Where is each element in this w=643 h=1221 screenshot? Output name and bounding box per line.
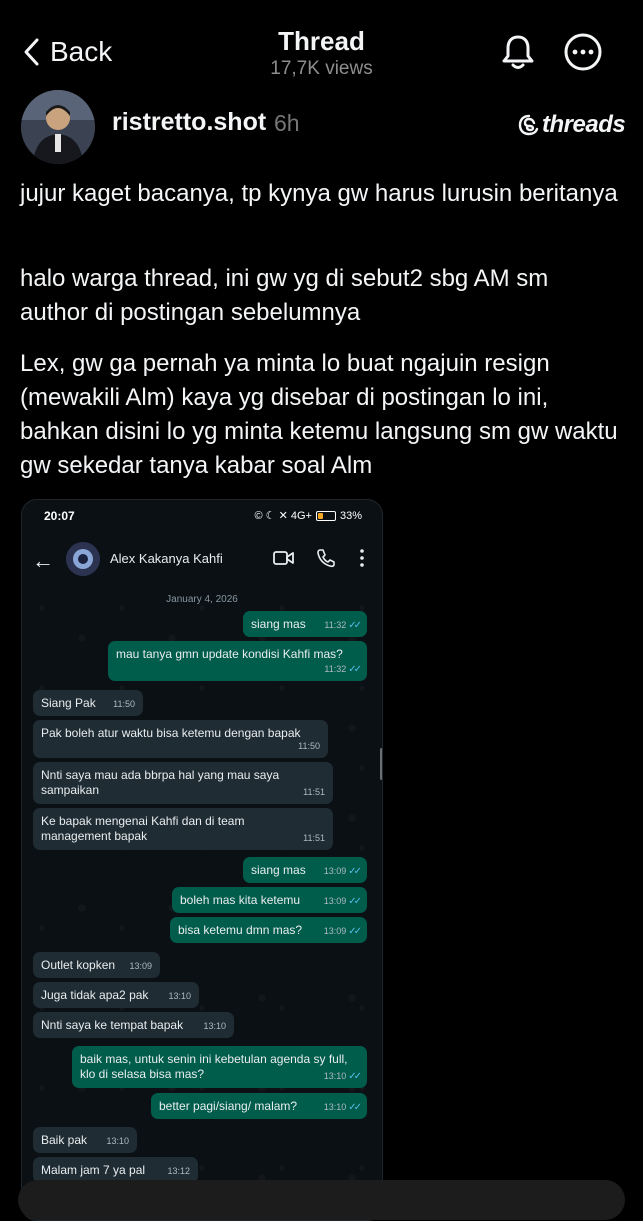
message-incoming: Pak boleh atur waktu bisa ketemu dengan … bbox=[33, 720, 328, 758]
message-outgoing: baik mas, untuk senin ini kebetulan agen… bbox=[72, 1046, 367, 1088]
reply-bar[interactable] bbox=[18, 1180, 625, 1220]
message-text: Outlet kopken bbox=[41, 958, 116, 972]
post-paragraph: Lex, gw ga pernah ya minta lo buat ngaju… bbox=[20, 350, 618, 479]
arrow-left-icon: ← bbox=[32, 548, 54, 573]
message-text: Juga tidak apa2 pak bbox=[41, 988, 149, 1002]
message-incoming: Baik pak 13:10 bbox=[33, 1127, 137, 1153]
message-text: better pagi/siang/ malam? bbox=[159, 1099, 298, 1113]
message-incoming: Outlet kopken 13:09 bbox=[33, 952, 160, 978]
post-paragraph: halo warga thread, ini gw yg di sebut2 s… bbox=[20, 265, 549, 326]
more-icon bbox=[564, 33, 602, 71]
message-text: Ke bapak mengenai Kahfi dan di team mana… bbox=[41, 814, 245, 843]
battery-icon bbox=[315, 510, 336, 521]
message-time: 11:50 bbox=[113, 699, 135, 709]
notification-button[interactable] bbox=[498, 32, 538, 72]
phone-icon bbox=[317, 549, 335, 568]
message-time: 13:10 bbox=[168, 991, 191, 1001]
battery-level: 33% bbox=[339, 509, 362, 522]
contact-avatar-image bbox=[66, 542, 100, 576]
message-text: baik mas, untuk senin ini kebetulan agen… bbox=[80, 1052, 348, 1081]
post-time: 6h bbox=[274, 110, 300, 136]
menu-dots-icon bbox=[360, 549, 364, 567]
avatar[interactable] bbox=[21, 90, 95, 164]
chat-screenshot-image[interactable]: 20:07 © ☾ ✕ 4G+ 33% ← Alex Kakanya Kahfi bbox=[21, 499, 383, 1221]
message-time: 13:10 bbox=[203, 1021, 226, 1031]
message-incoming: Juga tidak apa2 pak 13:10 bbox=[33, 982, 199, 1008]
double-check-icon: ✓✓ bbox=[348, 866, 362, 877]
contact-name: Alex Kakanya Kahfi bbox=[110, 551, 223, 566]
message-text: mau tanya gmn update kondisi Kahfi mas? bbox=[116, 647, 343, 661]
threads-logo: threads bbox=[518, 111, 626, 139]
status-icons: © ☾ ✕ 4G+ 33% bbox=[254, 509, 362, 523]
message-time: 13:10 bbox=[106, 1136, 129, 1146]
message-text: Nnti saya mau ada bbrpa hal yang mau say… bbox=[41, 768, 280, 797]
message-time: 11:50 bbox=[298, 741, 320, 751]
message-text: bisa ketemu dmn mas? bbox=[178, 923, 303, 937]
scrollbar bbox=[380, 748, 382, 780]
message-time: 11:51 bbox=[303, 833, 325, 843]
status-bar: 20:07 © ☾ ✕ 4G+ 33% bbox=[22, 500, 382, 532]
double-check-icon: ✓✓ bbox=[348, 620, 362, 631]
message-time: 13:09 bbox=[323, 896, 347, 906]
author-username[interactable]: ristretto.shot bbox=[112, 108, 266, 137]
message-incoming: Nnti saya mau ada bbrpa hal yang mau say… bbox=[33, 762, 333, 804]
double-check-icon: ✓✓ bbox=[348, 926, 362, 937]
status-symbols: © ☾ ✕ 4G+ bbox=[254, 510, 312, 522]
chat-header: ← Alex Kakanya Kahfi bbox=[22, 532, 382, 588]
chat-date: January 4, 2026 bbox=[166, 594, 238, 605]
message-time: 13:09 bbox=[323, 866, 347, 876]
profile-photo bbox=[21, 90, 95, 164]
message-outgoing: better pagi/siang/ malam? 13:10 ✓✓ bbox=[151, 1093, 367, 1119]
bell-icon bbox=[502, 35, 534, 69]
message-time: 13:09 bbox=[323, 926, 347, 936]
message-time: 11:32 bbox=[324, 664, 347, 674]
message-time: 13:10 bbox=[323, 1102, 347, 1112]
message-text: Malam jam 7 ya pal bbox=[41, 1163, 146, 1177]
video-call-icon bbox=[273, 551, 294, 565]
more-options-button[interactable] bbox=[563, 32, 603, 72]
message-text: siang mas bbox=[251, 617, 306, 631]
message-outgoing: siang mas 11:32 ✓✓ bbox=[243, 611, 367, 637]
message-text: boleh mas kita ketemu bbox=[180, 893, 301, 907]
view-count: 17,7K views bbox=[270, 58, 373, 79]
double-check-icon: ✓✓ bbox=[348, 1071, 362, 1082]
message-text: Siang Pak bbox=[41, 696, 96, 710]
message-outgoing: mau tanya gmn update kondisi Kahfi mas? … bbox=[108, 641, 367, 681]
message-text: siang mas bbox=[251, 863, 306, 877]
double-check-icon: ✓✓ bbox=[348, 896, 362, 907]
message-incoming: Ke bapak mengenai Kahfi dan di team mana… bbox=[33, 808, 333, 850]
status-time: 20:07 bbox=[44, 509, 75, 523]
threads-icon bbox=[518, 114, 539, 136]
message-outgoing: boleh mas kita ketemu 13:09 ✓✓ bbox=[172, 887, 367, 913]
double-check-icon: ✓✓ bbox=[348, 1102, 362, 1113]
threads-wordmark: threads bbox=[542, 111, 626, 138]
message-time: 11:51 bbox=[303, 787, 325, 797]
message-incoming: Nnti saya ke tempat bapak 13:10 bbox=[33, 1012, 234, 1038]
message-incoming: Siang Pak 11:50 bbox=[33, 690, 143, 716]
message-outgoing: bisa ketemu dmn mas? 13:09 ✓✓ bbox=[170, 917, 367, 943]
message-time: 11:32 bbox=[324, 620, 347, 630]
contact-avatar bbox=[66, 542, 100, 576]
page-title: Thread bbox=[278, 26, 365, 56]
message-text: Baik pak bbox=[41, 1133, 88, 1147]
post-paragraph: jujur kaget bacanya, tp kynya gw harus l… bbox=[20, 180, 618, 207]
message-time: 13:10 bbox=[323, 1071, 347, 1081]
message-text: Nnti saya ke tempat bapak bbox=[41, 1018, 184, 1032]
message-time: 13:12 bbox=[167, 1166, 190, 1176]
message-text: Pak boleh atur waktu bisa ketemu dengan … bbox=[41, 726, 301, 740]
double-check-icon: ✓✓ bbox=[348, 664, 362, 675]
message-outgoing: siang mas 13:09 ✓✓ bbox=[243, 857, 367, 883]
message-time: 13:09 bbox=[129, 961, 152, 971]
